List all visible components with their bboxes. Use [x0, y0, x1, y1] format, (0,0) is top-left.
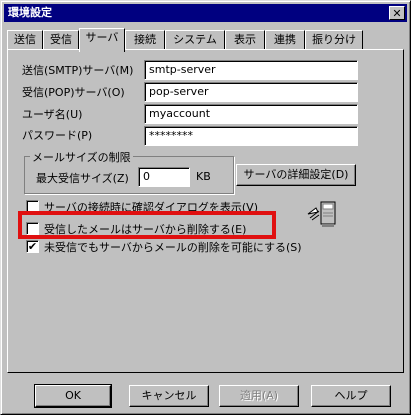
- ok-button[interactable]: OK: [34, 384, 112, 408]
- settings-dialog: 環境設定 ✕ 送信 受信 サーバ 接続 システム 表示 連携 振り分け 送信(S…: [0, 0, 411, 415]
- smtp-server-label: 送信(SMTP)サーバ(M): [22, 64, 134, 77]
- tab-send[interactable]: 送信: [7, 30, 43, 50]
- window-title: 環境設定: [8, 6, 52, 19]
- password-label: パスワード(P): [22, 129, 93, 142]
- pop-server-label: 受信(POP)サーバ(O): [22, 86, 125, 99]
- password-input[interactable]: ********: [144, 126, 358, 146]
- username-label: ユーザ名(U): [22, 108, 83, 121]
- username-input[interactable]: myaccount: [144, 104, 358, 124]
- red-highlight-box: [18, 211, 276, 239]
- mail-size-group-title: メールサイズの制限: [30, 149, 133, 165]
- tab-filter[interactable]: 振り分け: [305, 30, 363, 50]
- tab-connection[interactable]: 接続: [125, 30, 165, 50]
- smtp-server-input[interactable]: smtp-server: [144, 60, 358, 80]
- tab-integration[interactable]: 連携: [265, 30, 305, 50]
- server-detail-button[interactable]: サーバの詳細設定(D): [236, 164, 356, 186]
- cancel-button[interactable]: キャンセル: [129, 385, 209, 407]
- server-tab-panel: 送信(SMTP)サーバ(M) smtp-server 受信(POP)サーバ(O)…: [7, 49, 404, 373]
- max-size-label: 最大受信サイズ(Z): [36, 172, 129, 185]
- mail-server-icon: [304, 198, 344, 232]
- tab-display[interactable]: 表示: [225, 30, 265, 50]
- close-button[interactable]: ✕: [389, 6, 405, 20]
- allow-delete-unreceived-checkbox[interactable]: ✔: [26, 240, 39, 253]
- tab-receive[interactable]: 受信: [43, 30, 79, 50]
- max-size-input[interactable]: 0: [138, 167, 190, 187]
- title-bar: 環境設定 ✕: [4, 4, 407, 22]
- apply-button[interactable]: 適用(A): [219, 385, 299, 407]
- help-button[interactable]: ヘルプ: [311, 385, 391, 407]
- pop-server-input[interactable]: pop-server: [144, 82, 358, 102]
- allow-delete-unreceived-label: 未受信でもサーバからメールの削除を可能にする(S): [44, 241, 302, 254]
- tab-server[interactable]: サーバ: [79, 28, 125, 52]
- size-unit-label: KB: [196, 170, 211, 183]
- tab-system[interactable]: システム: [165, 30, 225, 50]
